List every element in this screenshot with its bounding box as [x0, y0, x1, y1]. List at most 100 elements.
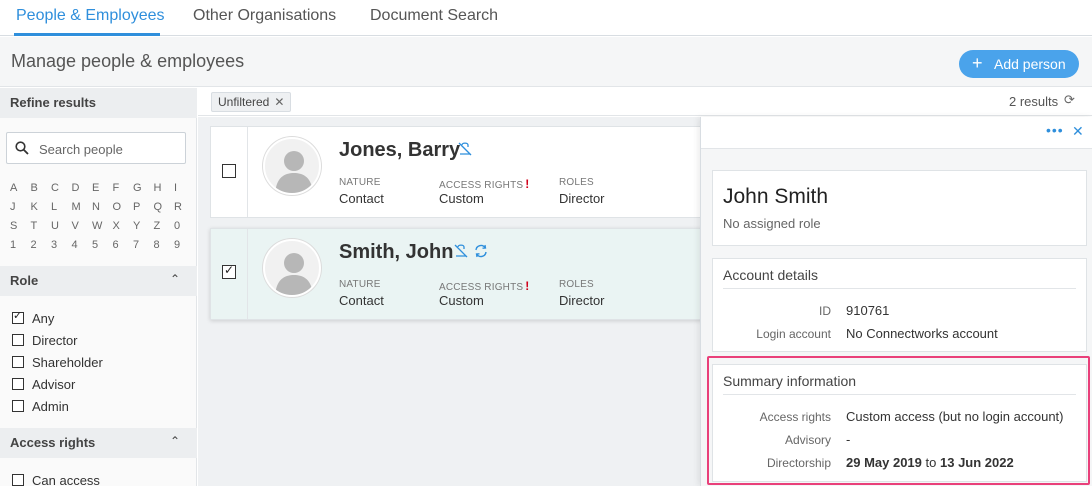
alphabet-letter[interactable]: H	[154, 180, 175, 196]
search-people-input[interactable]	[39, 139, 179, 159]
checkbox-director[interactable]	[12, 334, 24, 346]
detail-person-role: No assigned role	[723, 216, 821, 231]
alphabet-letter[interactable]: R	[174, 199, 195, 215]
alphabet-letter[interactable]: B	[31, 180, 52, 196]
search-people-box[interactable]	[6, 132, 186, 164]
alphabet-letter[interactable]: S	[10, 218, 31, 234]
close-icon[interactable]: ✕	[1072, 123, 1084, 140]
no-login-icon	[458, 142, 472, 156]
add-person-button[interactable]: + Add person	[959, 50, 1079, 78]
top-navigation: People & Employees Other Organisations D…	[0, 0, 1092, 36]
role-option-label: Advisor	[32, 376, 76, 392]
checkbox-shareholder[interactable]	[12, 356, 24, 368]
alphabet-letter[interactable]: P	[133, 199, 154, 215]
nature-value: Contact	[339, 293, 384, 308]
active-tab-indicator	[14, 33, 160, 36]
login-account-label: Login account	[756, 327, 831, 341]
tab-other-organisations[interactable]: Other Organisations	[193, 7, 336, 25]
close-icon[interactable]: ✕	[274, 95, 284, 109]
alphabet-letter[interactable]: 4	[72, 237, 93, 253]
access-option-can-access[interactable]: Can access	[12, 471, 100, 486]
tab-document-search[interactable]: Document Search	[370, 7, 498, 25]
alphabet-letter[interactable]: V	[72, 218, 93, 234]
checkbox-advisor[interactable]	[12, 378, 24, 390]
alphabet-letter[interactable]: X	[113, 218, 134, 234]
nature-value: Contact	[339, 191, 384, 206]
person-name: Smith, John	[339, 241, 454, 263]
alphabet-letter[interactable]: D	[72, 180, 93, 196]
card-checkbox-cell	[211, 127, 248, 217]
advisory-value: -	[846, 432, 851, 447]
access-rights-label: ACCESS RIGHTS!	[439, 279, 530, 293]
person-card-smith-john[interactable]: Smith, John NATURE Contact ACCESS RIGHTS…	[210, 228, 710, 320]
account-details-heading: Account details	[723, 267, 818, 283]
sync-icon	[475, 244, 487, 258]
person-name: Jones, Barry	[339, 139, 461, 161]
alphabet-letter[interactable]: 2	[31, 237, 52, 253]
alphabet-letter[interactable]: W	[92, 218, 113, 234]
advisory-label: Advisory	[784, 433, 831, 447]
person-card-jones-barry[interactable]: Jones, Barry NATURE Contact ACCESS RIGHT…	[210, 126, 710, 218]
alphabet-letter[interactable]: 3	[51, 237, 72, 253]
alphabet-letter[interactable]: I	[174, 180, 195, 196]
person-silhouette-icon	[275, 253, 313, 295]
alphabet-letter[interactable]: O	[113, 199, 134, 215]
more-options-icon[interactable]: •••	[1046, 122, 1064, 138]
alphabet-letter[interactable]: A	[10, 180, 31, 196]
roles-label: ROLES	[559, 177, 594, 188]
alphabet-letter[interactable]: Q	[154, 199, 175, 215]
alphabet-letter[interactable]: N	[92, 199, 113, 215]
role-option-director[interactable]: Director	[12, 331, 78, 349]
refine-results-title: Refine results	[10, 95, 96, 110]
alphabet-letter[interactable]: U	[51, 218, 72, 234]
role-option-any[interactable]: Any	[12, 309, 54, 327]
role-section-header[interactable]: Role ⌃	[0, 266, 197, 296]
avatar	[263, 137, 321, 195]
alphabet-letter[interactable]: G	[133, 180, 154, 196]
chevron-up-icon[interactable]: ⌃	[170, 434, 180, 448]
plus-icon: +	[972, 53, 983, 73]
chevron-up-icon[interactable]: ⌃	[170, 272, 180, 286]
select-checkbox[interactable]	[222, 164, 236, 178]
alphabet-letter[interactable]: 6	[113, 237, 134, 253]
role-option-label: Shareholder	[32, 354, 103, 370]
role-option-shareholder[interactable]: Shareholder	[12, 353, 103, 371]
alphabet-letter[interactable]: T	[31, 218, 52, 234]
checkbox-admin[interactable]	[12, 400, 24, 412]
alphabet-letter[interactable]: L	[51, 199, 72, 215]
alphabet-letter[interactable]: 0	[174, 218, 195, 234]
detail-person-name: John Smith	[723, 185, 829, 208]
alphabet-letter[interactable]: 1	[10, 237, 31, 253]
results-count: 2 results	[1009, 94, 1059, 109]
nature-label: NATURE	[339, 279, 381, 290]
alphabet-letter[interactable]: F	[113, 180, 134, 196]
role-option-admin[interactable]: Admin	[12, 397, 69, 415]
checkbox-any[interactable]	[12, 309, 24, 324]
alphabet-letter[interactable]: 8	[154, 237, 175, 253]
unfiltered-chip[interactable]: Unfiltered ✕	[211, 92, 292, 112]
alphabet-letter[interactable]: J	[10, 199, 31, 215]
alphabet-letter[interactable]: 7	[133, 237, 154, 253]
alphabet-letter[interactable]: K	[31, 199, 52, 215]
card-checkbox-cell	[211, 229, 248, 319]
refine-sidebar: Refine results ABCDEFGHI JKLMNOPQR STUVWXY…	[0, 88, 197, 486]
select-checkbox[interactable]	[222, 263, 236, 279]
alphabet-letter[interactable]: Y	[133, 218, 154, 234]
filter-bar: Unfiltered ✕ 2 results ⟳	[198, 88, 1092, 116]
refresh-icon[interactable]: ⟳	[1064, 92, 1075, 108]
alphabet-letter[interactable]: E	[92, 180, 113, 196]
tab-people-employees[interactable]: People & Employees	[16, 7, 165, 25]
alphabet-letter[interactable]: 5	[92, 237, 113, 253]
alphabet-letter[interactable]: Z	[154, 218, 175, 234]
divider	[723, 288, 1076, 289]
checkbox-can-access[interactable]	[12, 474, 24, 486]
alphabet-letter[interactable]: C	[51, 180, 72, 196]
role-option-advisor[interactable]: Advisor	[12, 375, 75, 393]
alphabet-letter[interactable]: 9	[174, 237, 195, 253]
access-rights-value: Custom access (but no login account)	[846, 409, 1064, 424]
chip-label: Unfiltered	[218, 95, 270, 109]
add-person-label: Add person	[994, 56, 1066, 72]
person-silhouette-icon	[275, 151, 313, 193]
access-rights-section-header[interactable]: Access rights ⌃	[0, 428, 197, 458]
alphabet-letter[interactable]: M	[72, 199, 93, 215]
